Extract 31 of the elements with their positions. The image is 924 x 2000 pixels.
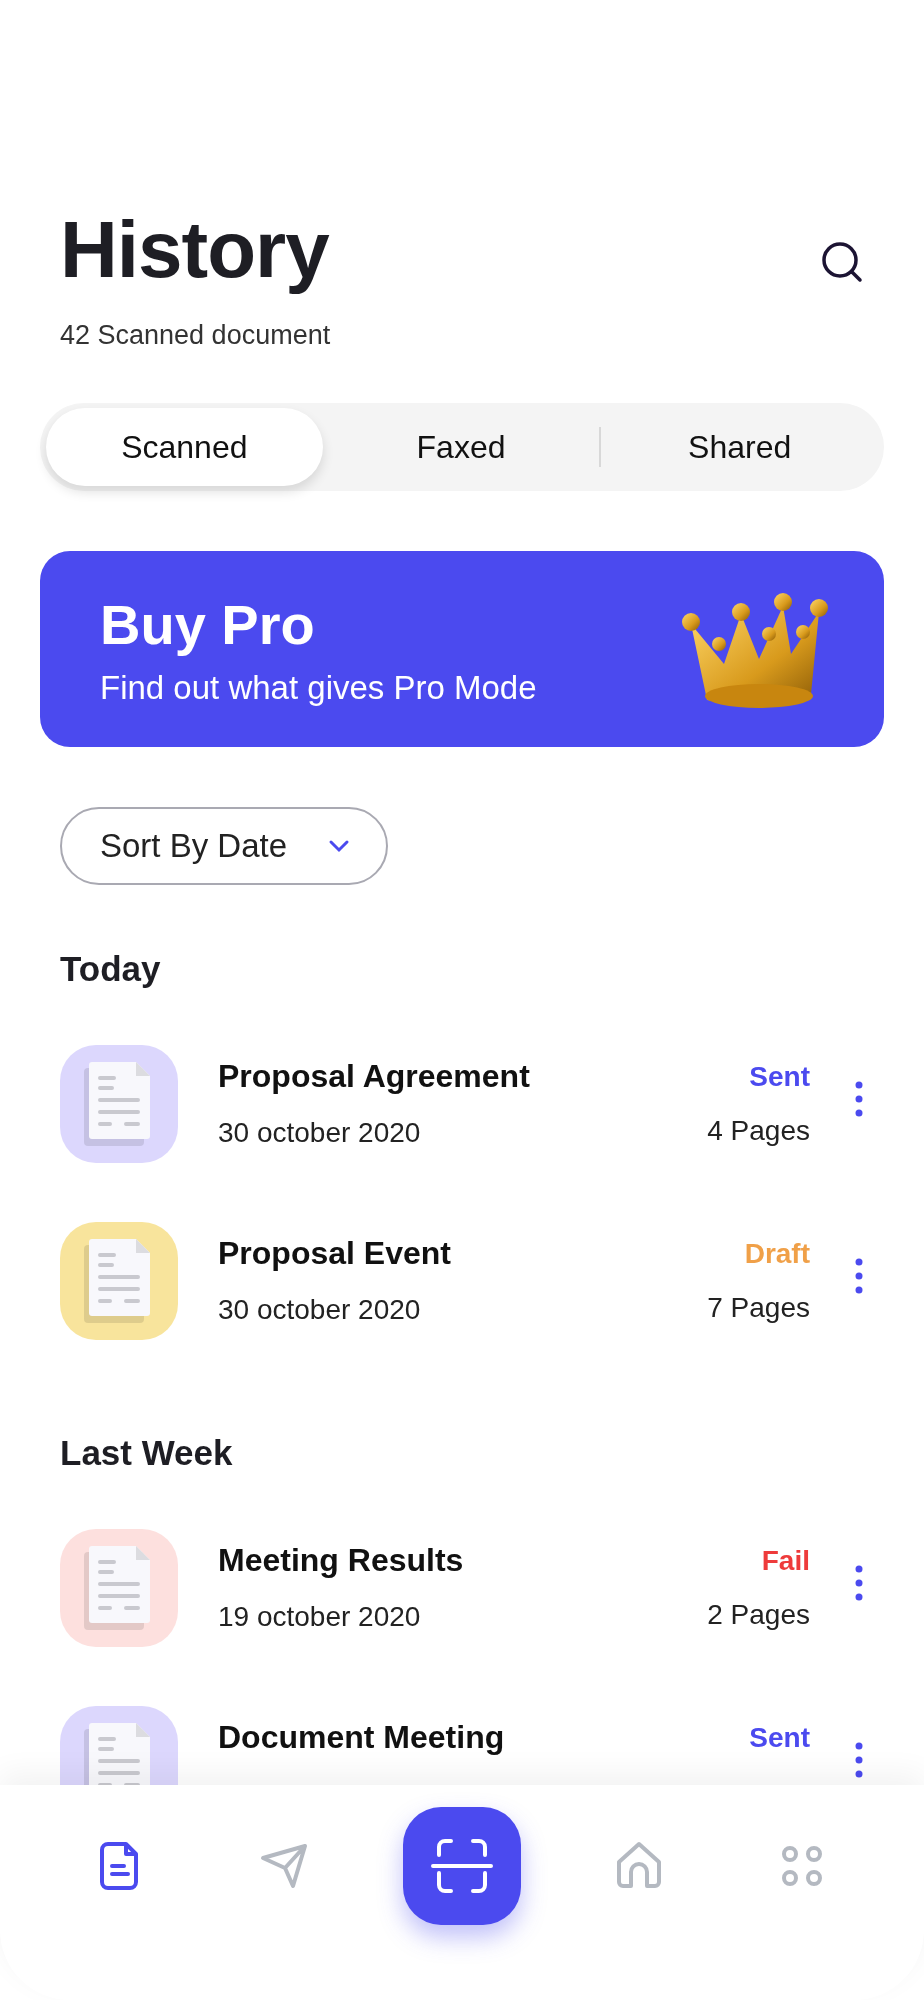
document-date: 19 october 2020: [218, 1601, 422, 1633]
document-status: Draft: [744, 1237, 810, 1270]
document-status: Sent: [749, 1060, 810, 1093]
more-icon[interactable]: [854, 1257, 864, 1294]
document-title[interactable]: Proposal Event: [218, 1235, 708, 1272]
page-count: 4 Pages: [707, 1114, 810, 1147]
document-status: Fail: [761, 1544, 810, 1577]
scan-button[interactable]: [402, 1807, 521, 1925]
tab[interactable]: Shared: [601, 408, 878, 486]
tab[interactable]: Faxed: [322, 408, 600, 486]
chevron-down-icon: [328, 839, 350, 853]
document-title[interactable]: Proposal Agreement: [218, 1058, 708, 1095]
document-title[interactable]: Meeting Results: [218, 1542, 708, 1579]
search-icon[interactable]: [820, 240, 864, 284]
banner-text: Find out what gives Pro Mode: [100, 668, 537, 707]
page-count: 2 Pages: [707, 1598, 810, 1631]
sort-dropdown[interactable]: Sort By Date: [60, 807, 388, 885]
banner-title: Buy Pro: [100, 591, 316, 657]
document-count: 42 Scanned document: [59, 320, 332, 351]
page-count: 7 Pages: [707, 1291, 810, 1324]
section-heading: Last Week: [60, 1433, 234, 1473]
tab[interactable]: Scanned: [46, 408, 323, 486]
more-icon[interactable]: [854, 1564, 864, 1601]
document-title[interactable]: Document Meeting: [218, 1719, 750, 1756]
document-date: 30 october 2020: [218, 1294, 422, 1326]
document-date: 30 october 2020: [218, 1117, 422, 1149]
more-icon[interactable]: [854, 1741, 864, 1778]
more-icon[interactable]: [854, 1080, 864, 1117]
document-status: Sent: [749, 1721, 810, 1754]
section-heading: Today: [60, 949, 162, 989]
pro-banner[interactable]: Buy Pro Find out what gives Pro Mode: [40, 551, 884, 747]
